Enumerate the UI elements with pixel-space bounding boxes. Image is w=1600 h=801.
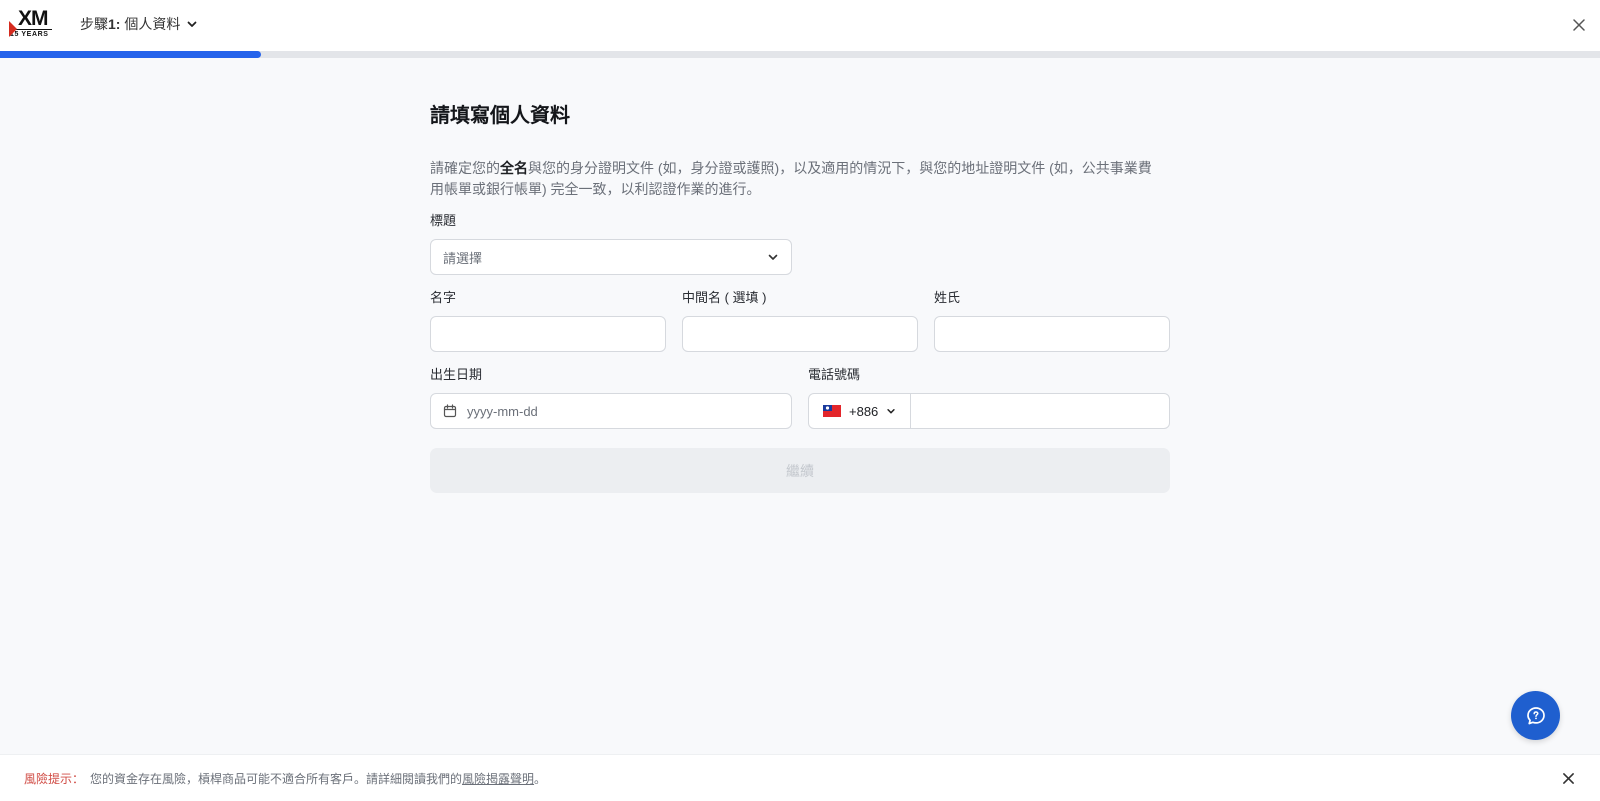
last-name-field: 姓氏 [934, 290, 1170, 352]
chevron-down-icon [187, 21, 197, 27]
logo-text: XM [18, 6, 48, 30]
phone-field: 電話號碼 +886 [808, 367, 1170, 429]
first-name-label: 名字 [430, 290, 457, 305]
xm-logo[interactable]: XM 15 YEARS [9, 6, 54, 39]
taiwan-flag-icon [823, 405, 841, 417]
step-dropdown[interactable]: 步驟1: 個人資料 [80, 14, 198, 34]
chevron-down-icon [768, 254, 778, 260]
progress-fill [0, 51, 261, 58]
close-icon [1562, 772, 1574, 784]
chat-help-icon [1526, 706, 1545, 724]
risk-text: 您的資金存在風險，槓桿商品可能不適合所有客戶。請詳細閱讀我們的 [90, 771, 463, 786]
top-header: XM 15 YEARS 步驟1: 個人資料 [0, 0, 1600, 51]
title-label: 標題 [430, 213, 457, 228]
dob-placeholder: yyyy-mm-dd [467, 403, 538, 419]
continue-button[interactable]: 繼續 [430, 448, 1170, 493]
last-name-input[interactable] [934, 316, 1170, 352]
calendar-icon [443, 404, 457, 418]
phone-number-input[interactable] [911, 394, 1169, 428]
middle-name-input[interactable] [682, 316, 918, 352]
risk-text-end: 。 [534, 771, 547, 786]
dob-field: 出生日期 yyyy-mm-dd [430, 367, 792, 429]
risk-close-button[interactable] [1558, 768, 1578, 788]
close-icon [1573, 19, 1585, 31]
risk-disclosure-link[interactable]: 風險揭露聲明 [462, 770, 534, 787]
risk-warning-bar: 風險提示： 您的資金存在風險，槓桿商品可能不適合所有客戶。請詳細閱讀我們的 風險… [0, 754, 1600, 801]
risk-label: 風險提示： [24, 771, 85, 786]
chevron-down-icon [887, 409, 895, 414]
close-button[interactable] [1568, 14, 1590, 36]
last-name-label: 姓氏 [934, 290, 961, 305]
logo-mark: XM [9, 6, 54, 37]
title-select[interactable]: 請選擇 [430, 239, 792, 275]
help-chat-button[interactable] [1511, 691, 1560, 740]
page-title: 請填寫個人資料 [430, 105, 570, 127]
progress-bar [0, 51, 1600, 58]
personal-details-form: 請填寫個人資料 請確定您的全名與您的身分證明文件 (如，身分證或護照)，以及適用… [430, 100, 1170, 493]
first-name-input[interactable] [430, 316, 666, 352]
step-label: 步驟1: 個人資料 [80, 16, 181, 32]
middle-name-field: 中間名 ( 選填 ) [682, 290, 918, 352]
phone-input-group: +886 [808, 393, 1170, 429]
country-code-select[interactable]: +886 [809, 394, 911, 428]
title-select-placeholder: 請選擇 [443, 250, 483, 266]
form-description: 請確定您的全名與您的身分證明文件 (如，身分證或護照)，以及適用的情況下，與您的… [430, 160, 1152, 197]
country-code: +886 [849, 403, 879, 419]
first-name-field: 名字 [430, 290, 666, 352]
title-field: 標題 請選擇 [430, 213, 792, 275]
middle-name-label: 中間名 ( 選填 ) [682, 290, 767, 305]
dob-label: 出生日期 [430, 367, 483, 382]
phone-label: 電話號碼 [808, 367, 861, 382]
dob-input[interactable]: yyyy-mm-dd [430, 393, 792, 429]
